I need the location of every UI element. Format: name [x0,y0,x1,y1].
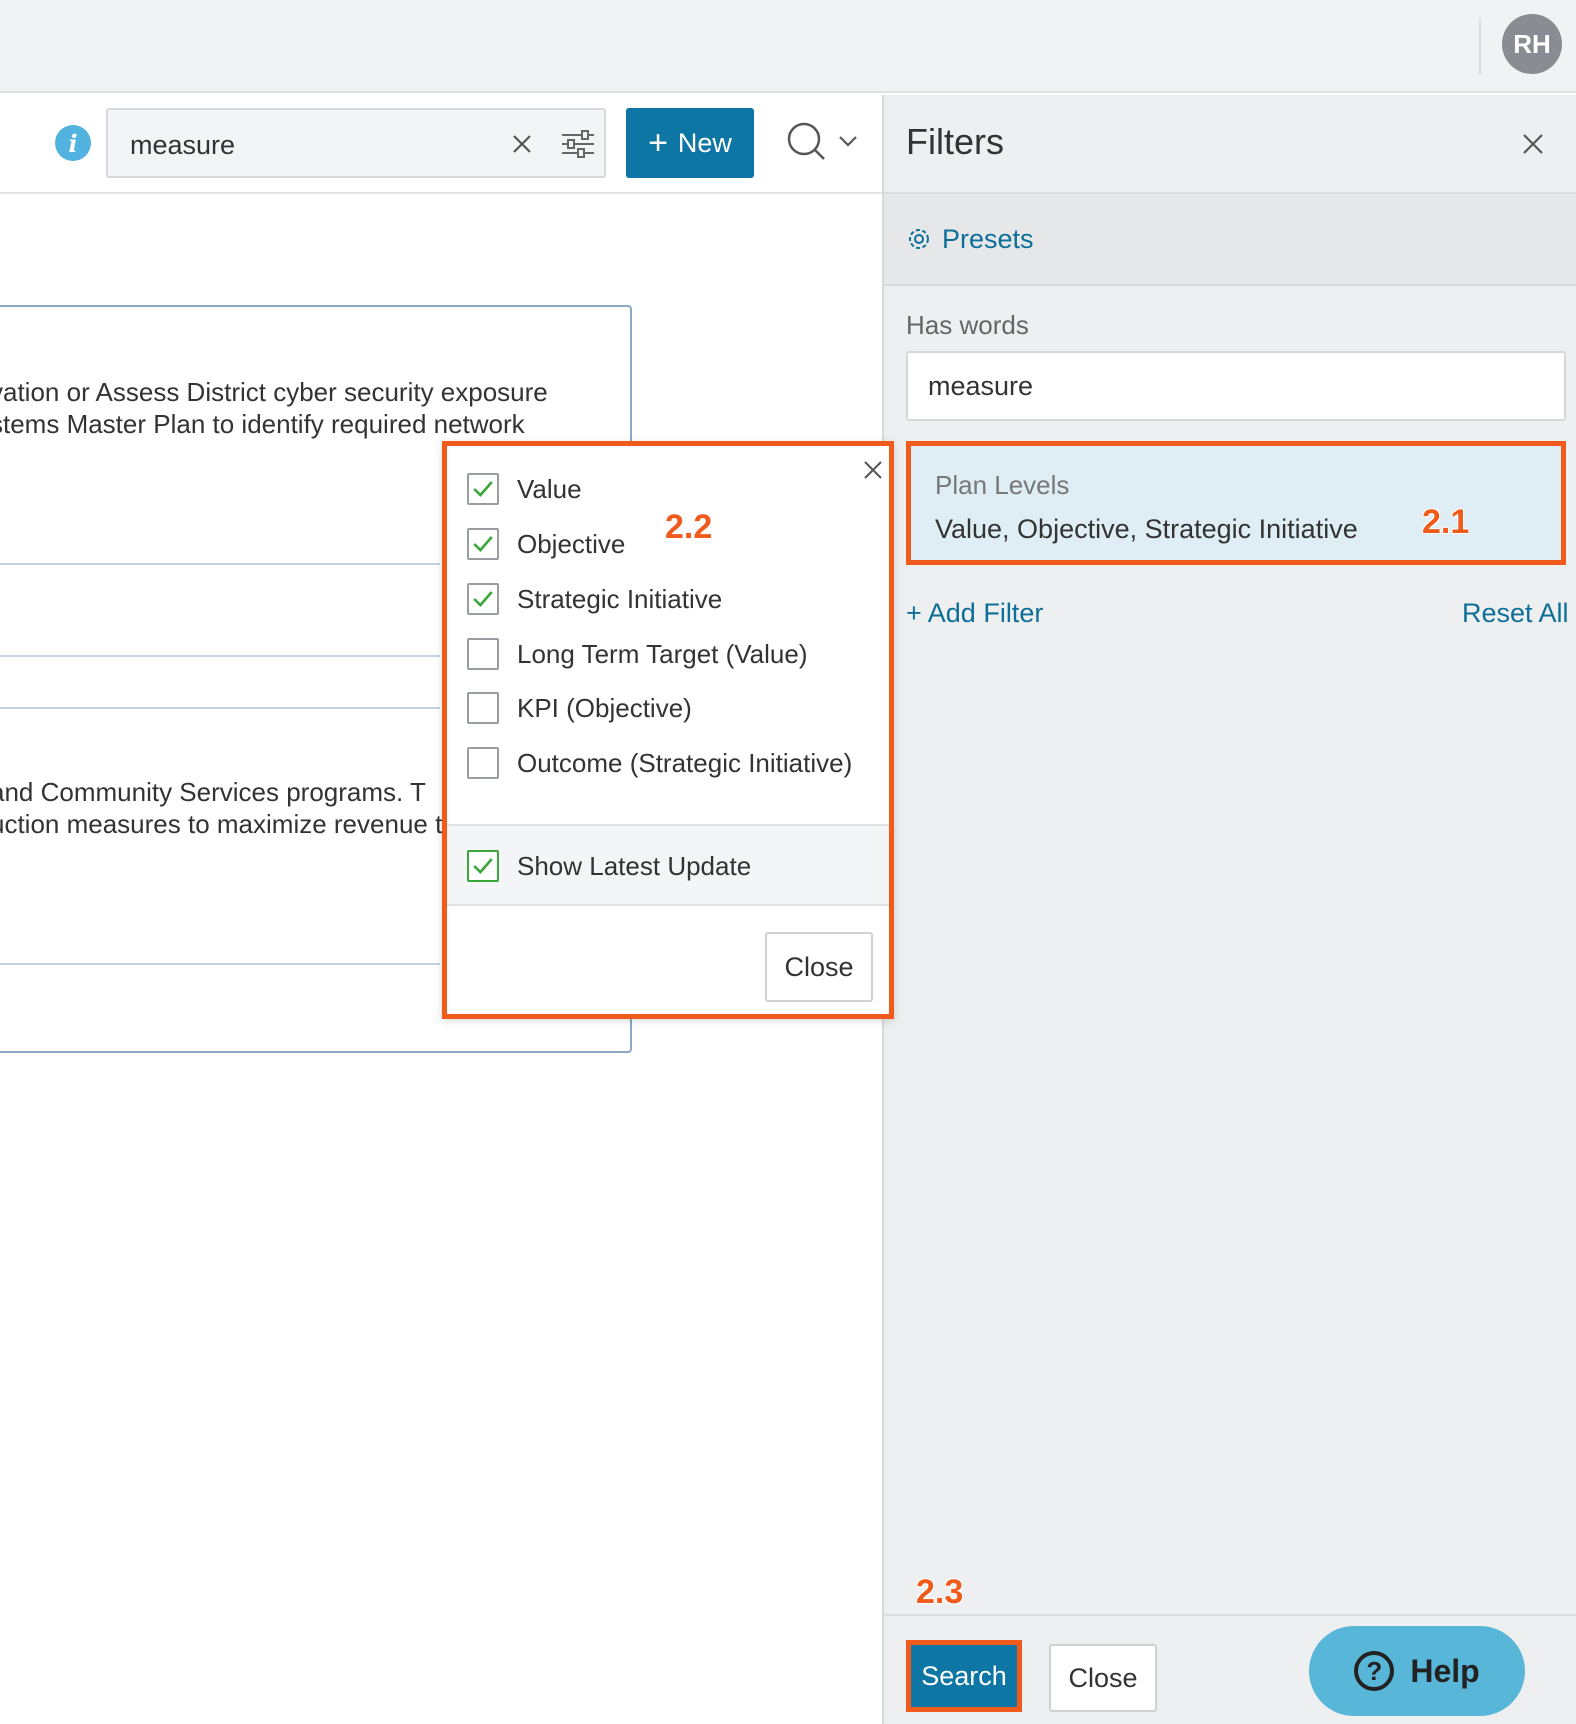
checkmark-icon [473,591,493,608]
row-divider [0,655,440,657]
close-button[interactable]: Close [1049,1644,1157,1712]
search-menu-icon[interactable] [782,117,862,167]
has-words-input[interactable] [906,351,1566,421]
search-button[interactable]: Search [906,1640,1022,1712]
plan-levels-popup: Value Objective Strategic Initiative Lon… [442,441,894,1019]
annotation-label: 2.2 [665,508,713,546]
result-text: stems Master Plan to identify required n… [0,409,525,439]
option-label: Outcome (Strategic Initiative) [517,747,853,778]
add-filter-link[interactable]: + Add Filter [906,598,1043,629]
checkbox[interactable] [467,850,499,882]
option-kpi[interactable]: KPI (Objective) [467,688,692,728]
clear-icon[interactable] [504,126,540,162]
checkbox[interactable] [467,747,499,779]
close-icon[interactable] [861,458,885,482]
search-box[interactable]: measure [106,108,606,178]
checkbox[interactable] [467,583,499,615]
checkbox[interactable] [467,638,499,670]
option-objective[interactable]: Objective [467,524,625,564]
search-toolbar: i measure + New [0,95,882,194]
has-words-label: Has words [906,310,1029,340]
filters-title: Filters [906,121,1004,162]
checkmark-icon [473,858,493,875]
reset-all-link[interactable]: Reset All [1462,598,1569,629]
plan-levels-value: Value, Objective, Strategic Initiative [935,514,1358,544]
presets-link[interactable]: Presets [942,224,1034,255]
close-icon[interactable] [1520,131,1546,157]
filters-footer: Search Close ? Help [884,1614,1576,1724]
help-label: Help [1410,1652,1480,1689]
filters-header: Filters [884,95,1576,194]
annotation-label: 2.3 [916,1573,964,1611]
option-label: Objective [517,528,626,559]
option-long-term-target[interactable]: Long Term Target (Value) [467,634,808,674]
option-show-latest-update[interactable]: Show Latest Update [467,846,751,886]
new-button-label: New [677,127,732,158]
option-strategic-initiative[interactable]: Strategic Initiative [467,579,722,619]
row-divider [0,563,440,565]
info-icon[interactable]: i [55,125,91,161]
option-label: Long Term Target (Value) [517,638,808,669]
row-divider [0,963,440,965]
option-label: Show Latest Update [517,850,752,881]
option-label: KPI (Objective) [517,692,692,723]
option-outcome[interactable]: Outcome (Strategic Initiative) [467,743,852,783]
checkmark-icon [473,536,493,553]
result-text: uction measures to maximize revenue t [0,809,443,839]
checkbox[interactable] [467,528,499,560]
help-icon: ? [1354,1651,1395,1691]
row-divider [0,707,440,709]
search-input[interactable]: measure [130,130,235,161]
presets-bar[interactable]: Presets [884,194,1576,286]
result-text: vation or Assess District cyber security… [0,377,548,407]
plus-icon: + [648,124,668,162]
result-text: and Community Services programs. T [0,777,426,807]
new-button[interactable]: + New [626,108,754,178]
option-label: Value [517,473,582,504]
top-bar-divider [1479,18,1481,75]
option-label: Strategic Initiative [517,583,723,614]
checkbox[interactable] [467,692,499,724]
user-avatar[interactable]: RH [1502,14,1562,74]
option-value[interactable]: Value [467,469,582,509]
annotation-label: 2.1 [1422,503,1470,541]
checkbox[interactable] [467,473,499,505]
filters-panel: Filters Presets Has words Plan Levels Va… [882,95,1576,1724]
top-bar: RH [0,0,1576,93]
filter-settings-icon[interactable] [558,126,598,162]
help-button[interactable]: ? Help [1309,1626,1525,1716]
plan-levels-title: Plan Levels [935,470,1070,500]
checkmark-icon [473,481,493,498]
popup-close-button[interactable]: Close [765,932,873,1002]
gear-icon [909,229,929,249]
show-latest-update-row: Show Latest Update [447,824,889,906]
